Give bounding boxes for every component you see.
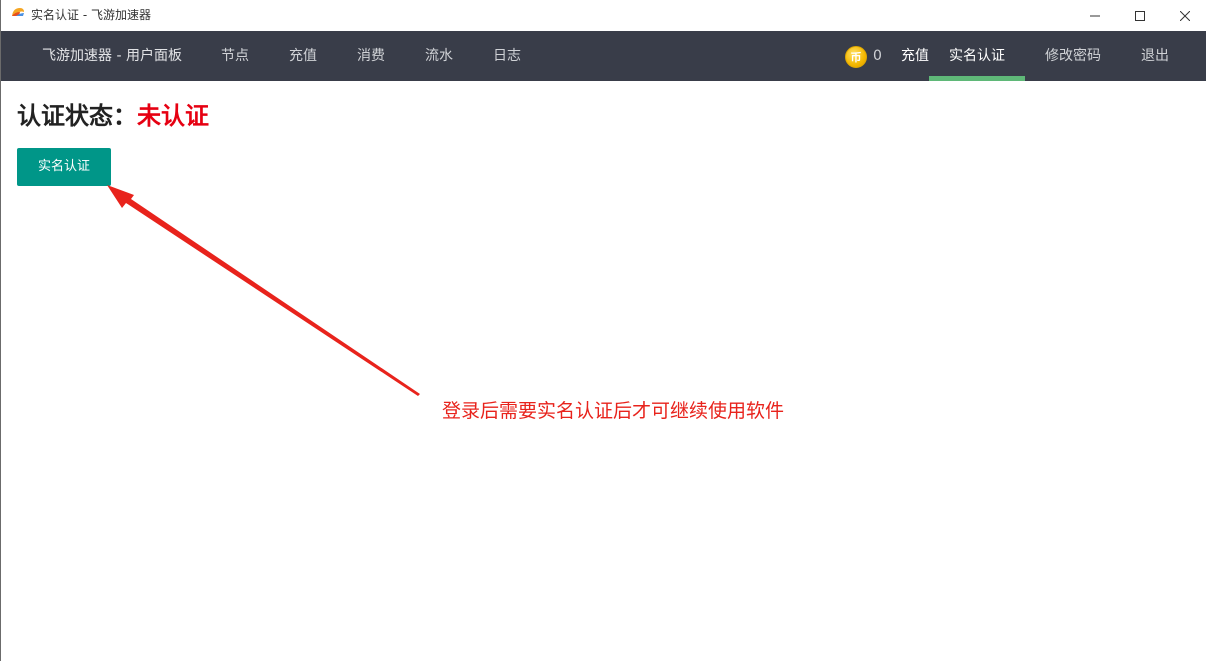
nav-item-change-password[interactable]: 修改密码 — [1045, 31, 1101, 81]
close-icon — [1180, 10, 1190, 21]
nav-item-transactions[interactable]: 流水 — [425, 31, 453, 81]
minimize-icon — [1090, 15, 1100, 16]
active-tab-indicator — [929, 76, 1025, 81]
window-title: 实名认证 - 飞游加速器 — [31, 8, 151, 22]
verify-button[interactable]: 实名认证 — [17, 148, 111, 186]
maximize-button[interactable] — [1117, 0, 1163, 31]
arrow-shape — [107, 185, 420, 396]
nav-item-consumption[interactable]: 消费 — [357, 31, 385, 81]
coin-icon: 币 — [845, 46, 867, 68]
nav-item-logout[interactable]: 退出 — [1141, 31, 1169, 81]
nav-item-nodes[interactable]: 节点 — [221, 31, 249, 81]
nav-item-logs[interactable]: 日志 — [493, 31, 521, 81]
status-value: 未认证 — [137, 102, 209, 130]
minimize-button[interactable] — [1072, 0, 1118, 31]
title-bar[interactable]: 实名认证 - 飞游加速器 — [1, 0, 1206, 31]
top-navbar: 飞游加速器 - 用户面板 节点 充值 消费 流水 日志 币 0 充值 实名认证 … — [1, 31, 1206, 81]
status-label: 认证状态： — [17, 102, 137, 130]
annotation-text: 登录后需要实名认证后才可继续使用软件 — [442, 400, 785, 422]
app-logo-icon — [12, 8, 24, 16]
nav-recharge-link[interactable]: 充值 — [901, 31, 929, 81]
nav-item-real-name-verification[interactable]: 实名认证 — [929, 31, 1025, 81]
coin-balance: 0 — [873, 48, 882, 64]
close-button[interactable] — [1162, 0, 1206, 31]
nav-item-recharge[interactable]: 充值 — [289, 31, 317, 81]
app-window: 实名认证 - 飞游加速器 飞游加速器 - 用户面板 节点 充值 消费 流水 日志… — [0, 0, 1206, 661]
nav-brand[interactable]: 飞游加速器 - 用户面板 — [42, 31, 182, 81]
verification-status: 认证状态：未认证 — [17, 100, 209, 132]
maximize-icon — [1135, 10, 1145, 21]
